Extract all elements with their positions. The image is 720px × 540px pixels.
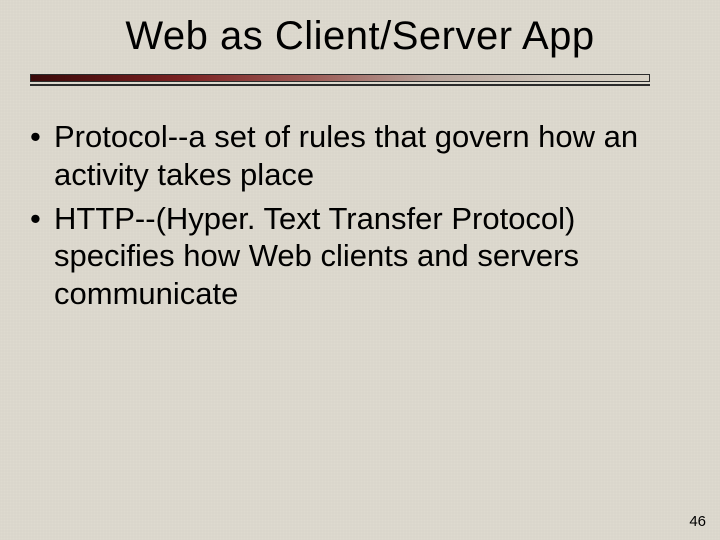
- title-underline-gradient: [30, 74, 650, 82]
- slide: Web as Client/Server App Protocol--a set…: [0, 0, 720, 540]
- page-number: 46: [689, 513, 706, 530]
- slide-title: Web as Client/Server App: [0, 14, 720, 59]
- list-item: Protocol--a set of rules that govern how…: [24, 118, 690, 194]
- bullet-list: Protocol--a set of rules that govern how…: [24, 118, 690, 313]
- title-underline: [30, 74, 650, 86]
- list-item: HTTP--(Hyper. Text Transfer Protocol) sp…: [24, 200, 690, 313]
- slide-body: Protocol--a set of rules that govern how…: [24, 118, 690, 319]
- title-underline-line: [30, 84, 650, 86]
